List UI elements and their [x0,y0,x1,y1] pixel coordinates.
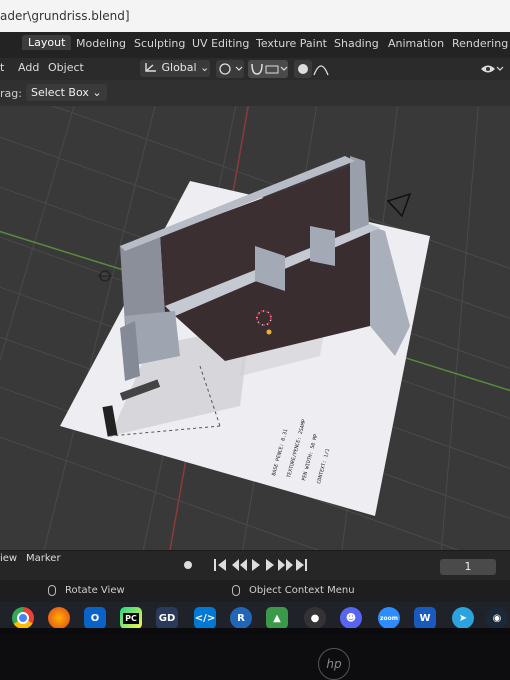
blender-screen: ader\grundriss.blend] Layout Modeling Sc… [0,0,510,628]
firefox-icon[interactable] [48,607,70,628]
timeline-editor: iew Marker 1 [0,550,510,581]
pycharm-icon[interactable]: PC [120,607,142,628]
proportional-edit-button[interactable] [294,60,312,78]
outlook-icon[interactable]: O [84,607,106,628]
r-icon[interactable]: R [230,607,252,628]
discord-icon[interactable]: ☻ [340,607,362,628]
viewport-scene: BASE PENCE: 0.31 TEXTURE/PENCE: 2SAMP PE… [0,106,510,550]
word-icon[interactable]: W [414,607,436,628]
viewport-header: t Add Object Global ⌄ [0,58,510,80]
gdrive-icon[interactable]: GD [156,607,178,628]
tab-animation[interactable]: Animation [388,37,444,50]
windows-taskbar: O PC GD </> R ▲ ● ☻ zoom W ➤ ◉ [0,602,510,628]
select-mode-dropdown[interactable]: Select Box ⌄ [26,84,107,101]
menu-select-partial[interactable]: t [0,61,4,74]
play-icon [266,559,274,571]
jump-end-icon [296,559,304,571]
falloff-button[interactable] [312,60,330,78]
app-icon[interactable]: ▲ [266,607,288,628]
hp-logo: hp [318,648,350,680]
status-bar: Rotate View Object Context Menu [0,580,510,602]
tab-modeling[interactable]: Modeling [76,37,126,50]
record-icon [184,561,192,569]
next-keyframe-icon [278,559,285,571]
mouse-right-icon [232,585,240,596]
proportional-edit-icon [298,64,308,74]
timeline-marker-menu[interactable]: Marker [26,553,61,564]
prev-keyframe-icon [232,559,239,571]
select-mode-label: Select Box [31,86,89,99]
orientation-label: Global [161,61,197,74]
magnet-icon [251,63,288,75]
pivot-point-button[interactable] [216,60,244,78]
status-context-menu: Object Context Menu [249,585,355,596]
transform-orientation-dropdown[interactable]: Global ⌄ [140,60,210,77]
tab-sculpting[interactable]: Sculpting [134,37,185,50]
chevron-down-icon: ⌄ [200,61,210,74]
pivot-icon [219,63,243,75]
menu-add[interactable]: Add [18,61,39,74]
menu-object[interactable]: Object [48,61,84,74]
drag-label: rag: [0,87,22,100]
window-title: ader\grundriss.blend] [0,9,130,23]
chrome-icon[interactable] [12,607,34,628]
falloff-curve-icon [313,65,329,76]
title-bar: ader\grundriss.blend] [0,0,510,33]
timeline-view-menu[interactable]: iew [0,553,17,564]
zoom-icon[interactable]: zoom [378,607,400,628]
github-icon[interactable]: ● [304,607,326,628]
current-frame-field[interactable]: 1 [440,559,496,575]
tool-settings: rag: Select Box ⌄ [0,80,510,106]
view-object-types-button[interactable] [478,60,504,78]
mouse-middle-icon [48,585,56,596]
3d-viewport[interactable]: BASE PENCE: 0.31 TEXTURE/PENCE: 2SAMP PE… [0,106,510,550]
jump-start-icon [214,559,216,571]
transform-orientation-icon [145,63,156,72]
eye-icon [481,65,504,73]
telegram-icon[interactable]: ➤ [452,607,474,628]
chevron-down-icon: ⌄ [92,86,102,99]
playback-controls[interactable] [178,556,318,574]
tab-texture-paint[interactable]: Texture Paint [256,37,327,50]
tab-shading[interactable]: Shading [334,37,379,50]
snap-button[interactable] [248,60,288,78]
vscode-icon[interactable]: </> [194,607,216,628]
monitor-bezel [0,634,510,680]
status-rotate-view: Rotate View [65,585,125,596]
tab-rendering[interactable]: Rendering [452,37,508,50]
play-reverse-icon [252,559,260,571]
workspace-tabs: Layout Modeling Sculpting UV Editing Tex… [0,32,510,58]
steam-icon[interactable]: ◉ [486,607,508,628]
tab-layout[interactable]: Layout [22,35,72,50]
tab-uv-editing[interactable]: UV Editing [192,37,249,50]
